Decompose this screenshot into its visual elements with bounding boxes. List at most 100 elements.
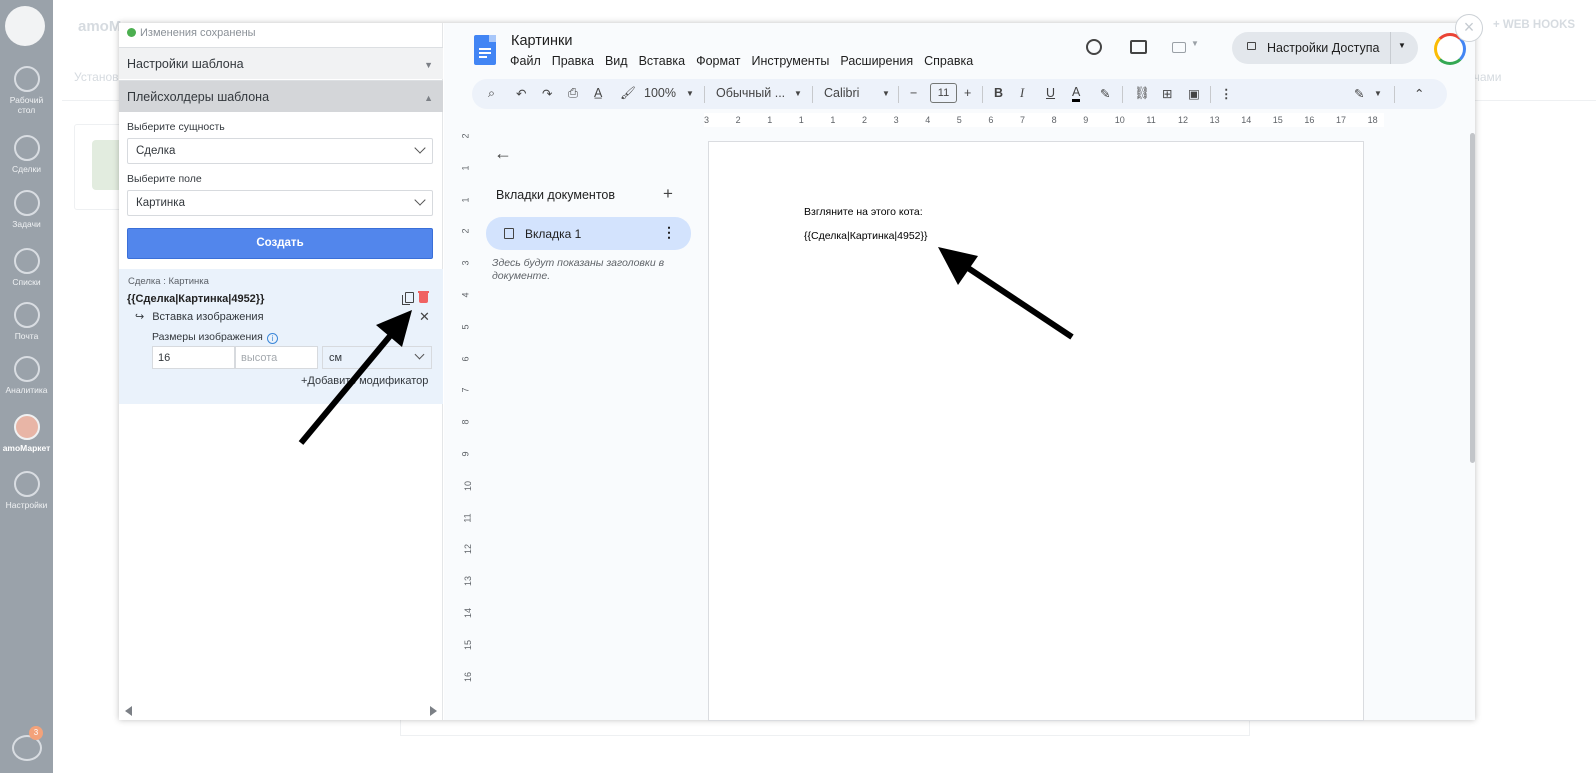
share-button[interactable]: Настройки Доступа ▼ [1232, 32, 1418, 64]
list-icon [13, 248, 40, 274]
print-icon[interactable]: ⎙ [568, 86, 578, 101]
ruler-tick-label: 8 [460, 419, 471, 425]
share-divider [1390, 32, 1391, 64]
width-input[interactable]: 16 [152, 346, 235, 369]
info-icon[interactable]: i [266, 333, 278, 344]
font-select[interactable]: Calibri [824, 86, 859, 100]
toolbar-divider [898, 86, 899, 103]
scroll-left-icon[interactable] [125, 706, 132, 716]
menu-file[interactable]: Файл [510, 54, 541, 68]
document-page[interactable]: Взгляните на этого кота: {{Сделка|Картин… [708, 141, 1364, 721]
accordion-template-settings-label: Настройки шаблона [127, 57, 244, 71]
accordion-template-placeholders[interactable]: Плейсхолдеры шаблона ▲ [119, 80, 443, 112]
tab-options-icon[interactable]: ⋮ [662, 224, 676, 241]
amocrm-logo-icon[interactable] [5, 6, 45, 46]
close-modal-button[interactable]: × [1455, 14, 1483, 42]
background-tab-left[interactable]: Установ [74, 70, 119, 84]
ruler-tick-label: 17 [1336, 115, 1347, 125]
menu-format[interactable]: Формат [696, 54, 740, 68]
nav-dashboard[interactable]: Рабочий стол [0, 66, 53, 115]
nav-settings[interactable]: Настройки [0, 471, 53, 510]
style-select[interactable]: Обычный ... [716, 86, 785, 100]
amocrm-sidebar: Рабочий стол Сделки Задачи Списки Почта … [0, 0, 53, 773]
add-tab-icon[interactable]: + [663, 184, 673, 204]
nav-mail-label: Почта [14, 331, 39, 341]
placeholder-code: {{Сделка|Картинка|4952}} [127, 293, 265, 305]
ruler-tick-label: 16 [463, 671, 474, 682]
google-docs-logo-icon[interactable] [474, 35, 496, 65]
chevron-down-icon[interactable]: ▼ [1191, 39, 1199, 48]
scroll-right-icon[interactable] [430, 706, 437, 716]
underline-icon[interactable]: U [1046, 86, 1055, 100]
back-arrow-icon[interactable]: ← [494, 143, 512, 164]
menu-help[interactable]: Справка [924, 54, 973, 68]
create-button[interactable]: Создать [127, 228, 433, 259]
document-title[interactable]: Картинки [511, 33, 572, 49]
menu-tools[interactable]: Инструменты [751, 54, 829, 68]
height-input[interactable]: высота [235, 346, 318, 369]
trash-icon[interactable] [418, 291, 429, 303]
menu-edit[interactable]: Правка [552, 54, 594, 68]
menu-view[interactable]: Вид [605, 54, 628, 68]
triangle-down-icon: ▼ [424, 60, 433, 70]
video-call-icon[interactable] [1172, 42, 1186, 53]
chevron-down-icon[interactable]: ▼ [794, 89, 802, 98]
increase-font-icon[interactable]: + [964, 86, 971, 100]
font-size-input[interactable]: 11 [930, 83, 957, 103]
unit-select[interactable]: см [322, 346, 432, 369]
webhooks-link[interactable]: + WEB HOOKS [1493, 19, 1575, 31]
undo-icon[interactable]: ↶ [516, 86, 526, 101]
copy-icon[interactable] [402, 292, 414, 305]
comment-icon[interactable] [1130, 40, 1147, 54]
nav-deals[interactable]: Сделки [0, 135, 53, 174]
entity-select[interactable]: Сделка [127, 138, 433, 164]
menu-extensions[interactable]: Расширения [840, 54, 913, 68]
chevron-down-icon[interactable]: ▼ [686, 89, 694, 98]
field-select[interactable]: Картинка [127, 190, 433, 216]
lock-icon [1247, 42, 1256, 50]
text-color-icon[interactable]: A [1072, 86, 1081, 102]
document-placeholder-text[interactable]: {{Сделка|Картинка|4952}} [804, 230, 928, 242]
more-options-icon[interactable]: ⋮ [1220, 86, 1233, 101]
menu-insert[interactable]: Вставка [639, 54, 685, 68]
add-comment-icon[interactable]: ⊞ [1162, 86, 1172, 101]
add-modifier-button[interactable]: +Добавить модификатор [301, 375, 428, 387]
ruler-tick-label: 11 [1146, 115, 1156, 125]
highlight-icon[interactable]: ✎ [1100, 86, 1110, 101]
document-text-line1[interactable]: Взгляните на этого кота: [804, 206, 923, 218]
bold-icon[interactable]: B [994, 86, 1003, 100]
chevron-down-icon[interactable]: ▼ [1374, 89, 1382, 98]
nav-tasks[interactable]: Задачи [0, 190, 53, 229]
remove-modifier-icon[interactable]: ✕ [419, 309, 430, 325]
nav-lists[interactable]: Списки [0, 248, 53, 287]
menu-bar: Файл Правка Вид Вставка Формат Инструменты Рас… [510, 54, 984, 68]
editing-mode-icon[interactable]: ✎ [1354, 86, 1364, 101]
nav-market[interactable]: amoМаркет [0, 414, 53, 453]
paint-format-icon[interactable]: 🖌 [620, 86, 636, 101]
redo-icon[interactable]: ↷ [542, 86, 552, 101]
unit-select-value: см [329, 352, 343, 364]
link-icon[interactable]: ⛓ [1134, 86, 1150, 101]
decrease-font-icon[interactable]: − [910, 86, 917, 100]
history-icon[interactable] [1086, 39, 1102, 55]
toolbar-divider [1394, 86, 1395, 103]
vertical-scrollbar[interactable] [1470, 133, 1475, 463]
nav-mail[interactable]: Почта [0, 302, 53, 341]
search-icon[interactable]: ⌕ [488, 86, 495, 101]
save-status: Изменения сохранены [127, 27, 256, 39]
zoom-select[interactable]: 100% [644, 86, 676, 100]
chevron-down-icon[interactable]: ▼ [1398, 41, 1406, 50]
insert-image-icon[interactable]: ▣ [1188, 86, 1200, 101]
nav-analytics-label: Аналитика [5, 385, 48, 395]
ruler-tick-label: 5 [460, 324, 471, 330]
italic-icon[interactable]: I [1020, 86, 1024, 101]
spellcheck-icon[interactable]: A̲ [594, 86, 602, 100]
chevron-down-icon[interactable]: ▼ [882, 89, 890, 98]
save-status-text: Изменения сохранены [140, 27, 256, 39]
accordion-template-settings[interactable]: Настройки шаблона ▼ [119, 47, 443, 79]
horizontal-scrollbar[interactable] [125, 706, 437, 718]
tab-1[interactable]: Вкладка 1 ⋮ [486, 217, 691, 250]
nav-analytics[interactable]: Аналитика [0, 356, 53, 395]
collapse-toolbar-icon[interactable]: ⌃ [1414, 86, 1424, 101]
ruler-tick-label: 16 [1304, 115, 1315, 125]
